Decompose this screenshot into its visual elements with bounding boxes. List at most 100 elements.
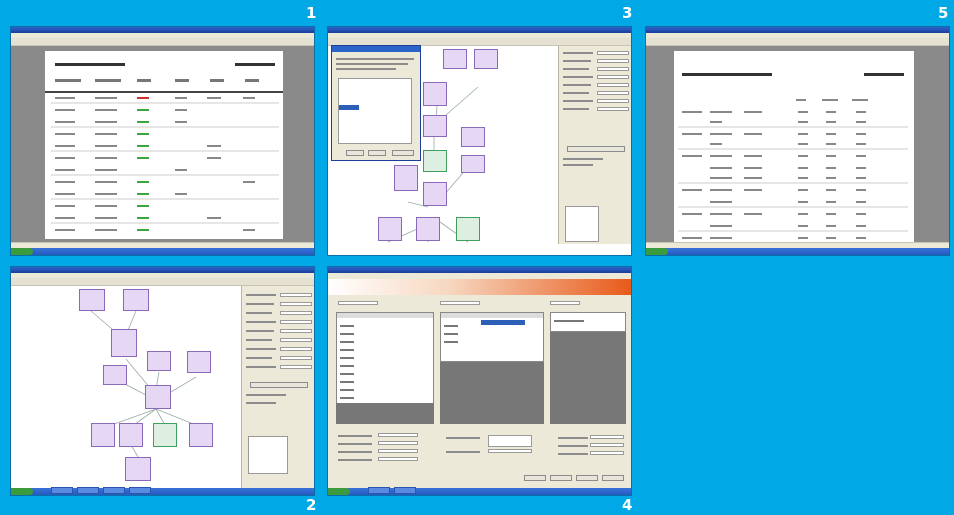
screenshot-1-report[interactable] (10, 26, 315, 256)
property-field[interactable] (597, 67, 629, 71)
taskbar-item-icon[interactable] (129, 487, 151, 494)
property-field[interactable] (280, 347, 312, 351)
diagram-node[interactable] (187, 351, 211, 373)
field-label (563, 100, 593, 102)
form-field[interactable] (590, 451, 624, 455)
property-field[interactable] (280, 365, 312, 369)
form-button[interactable] (602, 475, 624, 481)
diagram-node[interactable] (189, 423, 213, 447)
diagram-node[interactable] (125, 457, 151, 481)
property-field[interactable] (597, 75, 629, 79)
taskbar (11, 248, 314, 255)
properties-dialog[interactable] (331, 45, 421, 161)
screenshot-3-diagram-dialog[interactable] (327, 26, 632, 256)
field-label (246, 339, 272, 341)
diagram-node[interactable] (423, 182, 447, 206)
form-button[interactable] (524, 475, 546, 481)
property-field[interactable] (280, 302, 312, 306)
start-button-icon[interactable] (328, 488, 350, 495)
dialog-button[interactable] (346, 150, 364, 156)
properties-panel[interactable] (558, 46, 631, 244)
form-field[interactable] (378, 441, 418, 445)
start-button-icon[interactable] (646, 248, 668, 255)
property-field[interactable] (597, 91, 629, 95)
field-label (246, 321, 276, 323)
taskbar-item-icon[interactable] (368, 487, 390, 494)
panel-button[interactable] (567, 146, 625, 152)
field-label (446, 451, 480, 453)
selected-row[interactable] (339, 105, 359, 110)
dialog-text (336, 63, 408, 65)
diagram-node[interactable] (123, 289, 149, 311)
diagram-node[interactable] (443, 49, 467, 69)
panel-button[interactable] (250, 382, 308, 388)
dialog-button[interactable] (392, 150, 414, 156)
dialog-grid[interactable] (338, 78, 412, 144)
field-label (563, 84, 591, 86)
taskbar-item-icon[interactable] (77, 487, 99, 494)
property-field[interactable] (597, 51, 629, 55)
field-label (558, 453, 588, 455)
property-field[interactable] (280, 329, 312, 333)
field-label (246, 330, 274, 332)
form-field[interactable] (378, 449, 418, 453)
form-field[interactable] (488, 449, 532, 453)
panel-text (246, 402, 276, 404)
property-field[interactable] (280, 320, 312, 324)
dialog-button[interactable] (368, 150, 386, 156)
property-field[interactable] (280, 311, 312, 315)
field-label (246, 303, 274, 305)
diagram-node[interactable] (103, 365, 127, 385)
diagram-node[interactable] (153, 423, 177, 447)
form-button[interactable] (576, 475, 598, 481)
form-field[interactable] (590, 443, 624, 447)
diagram-node[interactable] (423, 150, 447, 172)
form-field[interactable] (590, 435, 624, 439)
property-field[interactable] (597, 99, 629, 103)
taskbar (646, 248, 949, 255)
property-field[interactable] (597, 107, 629, 111)
diagram-node[interactable] (423, 82, 447, 106)
diagram-node[interactable] (147, 351, 171, 371)
diagram-node[interactable] (416, 217, 440, 241)
form-field[interactable] (378, 433, 418, 437)
property-field[interactable] (280, 356, 312, 360)
form-field[interactable] (488, 435, 532, 447)
diagram-node[interactable] (378, 217, 402, 241)
field-label (446, 437, 480, 439)
screenshot-2-diagram[interactable] (10, 266, 315, 496)
diagram-node[interactable] (91, 423, 115, 447)
diagram-node[interactable] (456, 217, 480, 241)
screenshot-4-form[interactable] (327, 266, 632, 496)
taskbar-item-icon[interactable] (51, 487, 73, 494)
start-button-icon[interactable] (11, 488, 33, 495)
field-label (563, 52, 593, 54)
properties-panel[interactable] (241, 286, 314, 490)
start-button-icon[interactable] (11, 248, 33, 255)
diagram-node[interactable] (474, 49, 498, 69)
thumb-number-1: 1 (306, 4, 317, 22)
dialog-text (336, 68, 396, 70)
diagram-node[interactable] (111, 329, 137, 357)
form-field[interactable] (378, 457, 418, 461)
diagram-node[interactable] (423, 115, 447, 137)
property-field[interactable] (597, 59, 629, 63)
diagram-node[interactable] (461, 127, 485, 147)
form-button[interactable] (550, 475, 572, 481)
field-label (246, 348, 276, 350)
diagram-node[interactable] (394, 165, 418, 191)
field-label (246, 294, 276, 296)
screenshot-5-report[interactable] (645, 26, 950, 256)
field-label (558, 437, 588, 439)
taskbar-item-icon[interactable] (103, 487, 125, 494)
diagram-node[interactable] (79, 289, 105, 311)
diagram-node[interactable] (145, 385, 171, 409)
property-field[interactable] (280, 293, 312, 297)
diagram-node[interactable] (119, 423, 143, 447)
list-rows (340, 320, 584, 399)
property-field[interactable] (597, 83, 629, 87)
field-label (246, 357, 272, 359)
property-field[interactable] (280, 338, 312, 342)
taskbar-item-icon[interactable] (394, 487, 416, 494)
diagram-node[interactable] (461, 155, 485, 173)
